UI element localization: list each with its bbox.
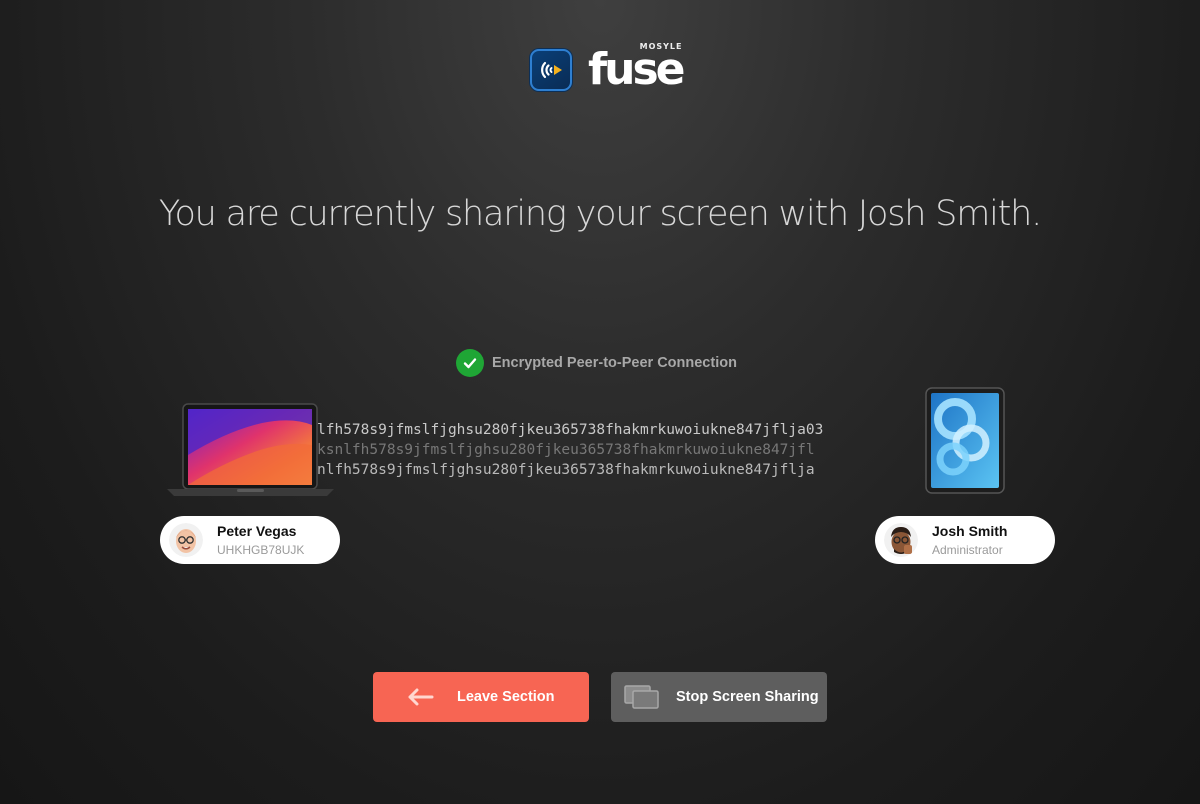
fuse-app-icon [530, 49, 572, 91]
local-user-name: Peter Vegas [217, 523, 297, 539]
stream-line: ksnlfh578s9jfmslfjghsu280fjkeu365738fhak… [317, 442, 815, 458]
brand-logo: MOSYLE fuse [530, 42, 685, 95]
remote-user-name: Josh Smith [932, 523, 1008, 539]
screens-icon [623, 684, 661, 710]
stream-line: nlfh578s9jfmslfjghsu280fjkeu365738fhakmr… [317, 462, 815, 478]
brand-wordmark: fuse [588, 44, 685, 95]
brand-company: MOSYLE [639, 42, 683, 51]
connection-label: Encrypted Peer-to-Peer Connection [492, 355, 737, 371]
stream-line: lfh578s9jfmslfjghsu280fjkeu365738fhakmrk… [317, 422, 824, 438]
avatar [884, 523, 918, 557]
local-user-card: Peter Vegas UHKHGB78UJK [160, 516, 340, 564]
connection-status: Encrypted Peer-to-Peer Connection [456, 349, 737, 377]
remote-user-card: Josh Smith Administrator [875, 516, 1055, 564]
leave-section-label: Leave Section [457, 689, 555, 705]
local-device-id: UHKHGB78UJK [217, 543, 305, 557]
arrow-left-icon [401, 684, 439, 710]
remote-user-role: Administrator [932, 543, 1003, 557]
encrypted-data-stream: lfh578s9jfmslfjghsu280fjkeu365738fhakmrk… [317, 420, 929, 480]
check-circle-icon [456, 349, 484, 377]
stop-screen-sharing-button[interactable]: Stop Screen Sharing [611, 672, 827, 722]
leave-section-button[interactable]: Leave Section [373, 672, 589, 722]
avatar [169, 523, 203, 557]
tablet-icon [925, 387, 1005, 494]
stop-screen-sharing-label: Stop Screen Sharing [676, 689, 819, 705]
page-headline: You are currently sharing your screen wi… [158, 194, 1042, 234]
laptop-icon [167, 403, 334, 498]
